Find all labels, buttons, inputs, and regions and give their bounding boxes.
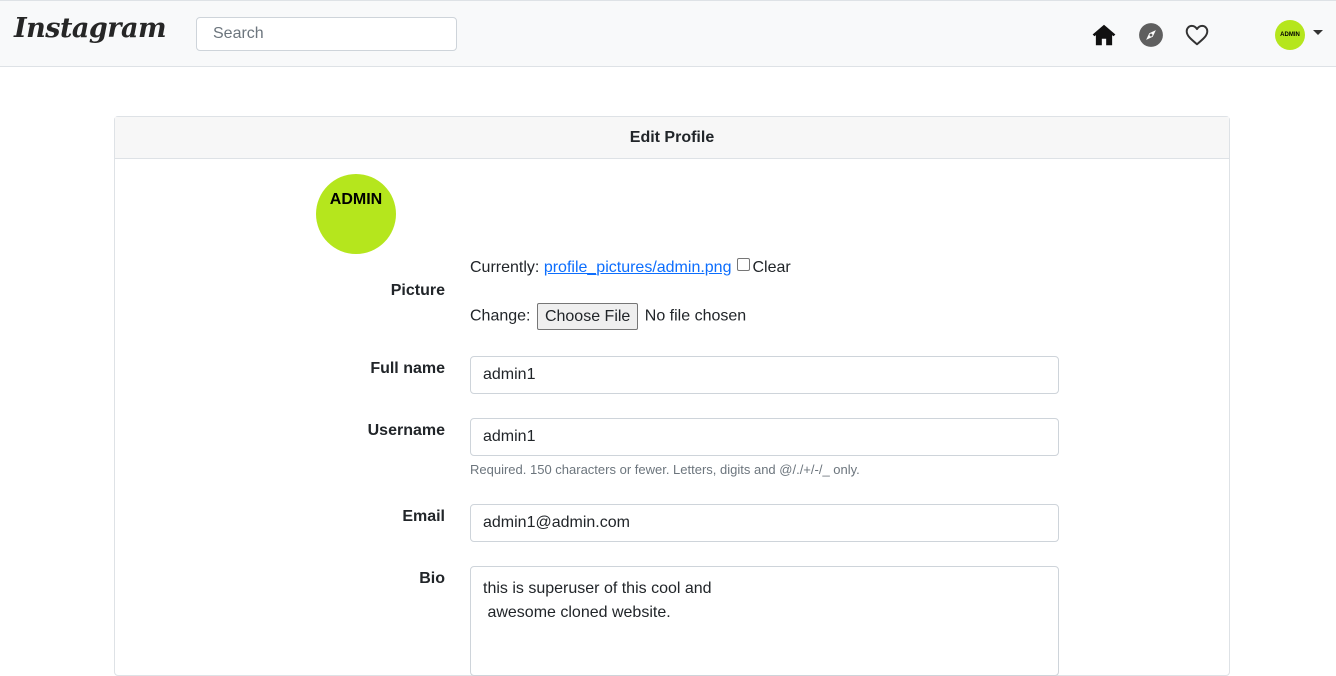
profile-picture: ADMIN: [316, 174, 396, 254]
email-value: admin1@admin.com: [483, 514, 630, 531]
home-icon[interactable]: [1091, 22, 1117, 48]
email-label: Email: [402, 508, 445, 525]
navbar: Instagram ADMIN: [0, 0, 1336, 67]
current-picture-row: Currently: profile_pictures/admin.png Cle…: [470, 258, 791, 277]
choose-file-button[interactable]: Choose File: [536, 303, 639, 330]
brand-logo[interactable]: Instagram: [14, 13, 167, 44]
currently-label: Currently:: [470, 259, 540, 276]
compass-icon[interactable]: [1138, 22, 1164, 48]
full-name-field[interactable]: admin1: [470, 356, 1059, 394]
card-title: Edit Profile: [115, 117, 1229, 159]
no-file-text: No file chosen: [644, 307, 747, 325]
chevron-down-icon[interactable]: [1313, 30, 1323, 35]
full-name-value: admin1: [483, 366, 536, 383]
full-name-label: Full name: [370, 360, 445, 377]
username-help-text: Required. 150 characters or fewer. Lette…: [470, 462, 860, 477]
picture-label: Picture: [390, 282, 445, 299]
change-label: Change:: [470, 307, 531, 325]
username-label: Username: [367, 422, 445, 439]
clear-checkbox[interactable]: [737, 258, 751, 271]
search-input[interactable]: [196, 17, 457, 51]
clear-label[interactable]: Clear: [752, 259, 790, 276]
bio-textarea[interactable]: this is superuser of this cool and aweso…: [470, 566, 1059, 676]
current-picture-link[interactable]: profile_pictures/admin.png: [544, 259, 732, 276]
change-picture-row: Change: Choose File No file chosen: [470, 303, 746, 330]
username-field[interactable]: admin1: [470, 418, 1059, 456]
username-value: admin1: [483, 428, 536, 445]
bio-label: Bio: [419, 570, 445, 587]
heart-icon[interactable]: [1184, 22, 1210, 48]
email-field[interactable]: admin1@admin.com: [470, 504, 1059, 542]
user-avatar[interactable]: ADMIN: [1275, 20, 1305, 50]
